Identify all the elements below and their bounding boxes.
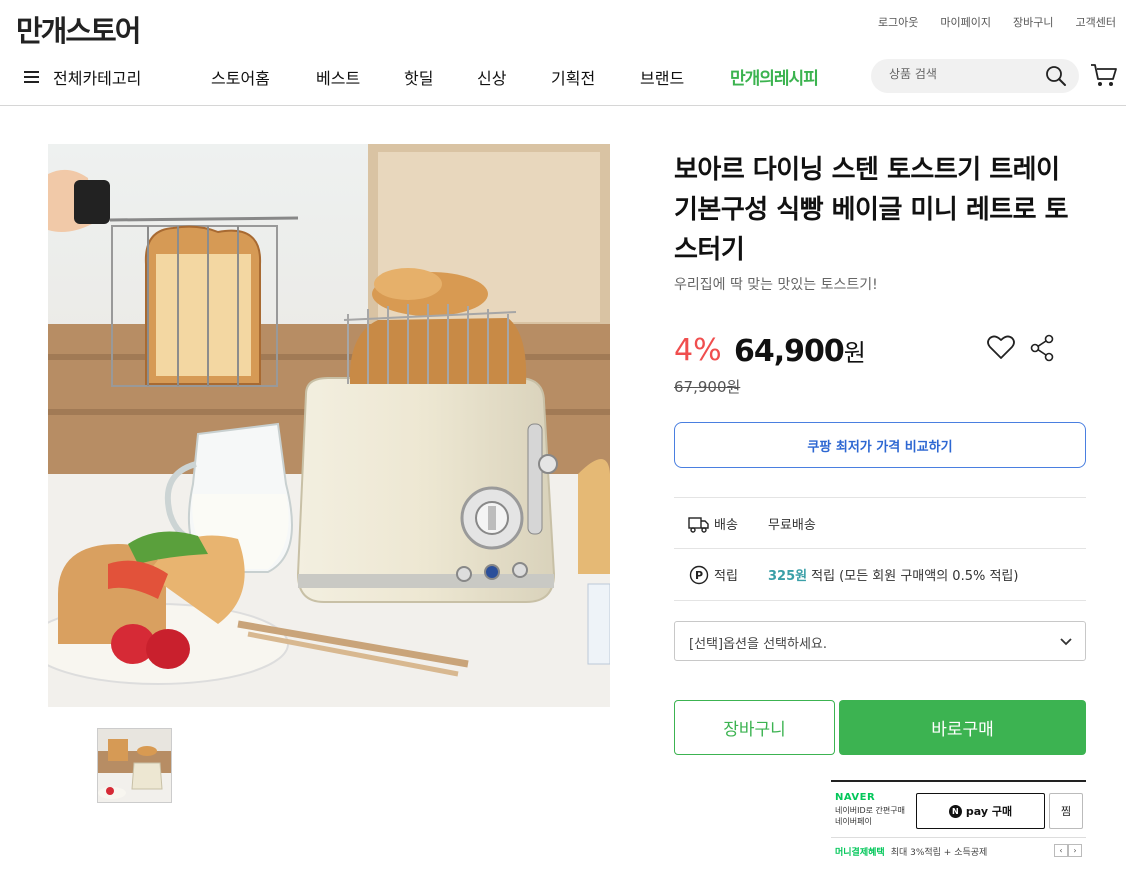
product-title: 보아르 다이닝 스텐 토스트기 트레이 기본구성 식빵 베이글 미니 레트로 토… — [674, 155, 1069, 265]
nav-recipe-logo[interactable]: 만개의레시피 — [730, 64, 819, 89]
naver-pay-promo-title: 머니결제혜택 — [835, 848, 885, 858]
nav-new[interactable]: 신상 — [477, 65, 506, 89]
naver-pay-desc-line2: 네이버페이 — [835, 817, 872, 826]
naver-pay-promo-text: 최대 3%적립 + 소득공제 — [890, 848, 988, 858]
naver-pay-desc-line1: 네이버ID로 간편구매 — [835, 806, 905, 815]
naver-n-icon: N — [948, 804, 962, 818]
naver-pay-description: 네이버ID로 간편구매 네이버페이 — [835, 805, 905, 827]
buy-now-button[interactable]: 바로구매 — [839, 700, 1086, 755]
search-icon[interactable] — [1045, 65, 1067, 87]
toaster-illustration — [48, 144, 610, 707]
cart-link[interactable]: 장바구니 — [1013, 14, 1053, 30]
sale-price-value: 64,900 — [734, 334, 845, 369]
nav-store-home[interactable]: 스토어홈 — [211, 65, 270, 89]
points-amount: 325원 — [768, 569, 808, 584]
option-placeholder: [선택]옵션을 선택하세요. — [689, 637, 828, 652]
global-nav: 전체카테고리 스토어홈 베스트 핫딜 신상 기획전 브랜드 만개의레시피 — [0, 52, 1126, 106]
share-icon[interactable] — [1029, 334, 1055, 362]
naver-logo: NAVER — [835, 792, 876, 803]
all-categories-button[interactable]: 전체카테고리 — [24, 65, 141, 89]
original-price: 67,900원 — [674, 378, 741, 396]
coupang-compare-button[interactable]: 쿠팡 최저가 가격 비교하기 — [674, 422, 1086, 468]
utility-links: 로그아웃 마이페이지 장바구니 고객센터 — [878, 14, 1126, 30]
product-subtitle: 우리집에 딱 맞는 맛있는 토스트기! — [674, 277, 878, 293]
cart-icon[interactable] — [1090, 62, 1118, 88]
hamburger-icon — [24, 71, 39, 83]
all-categories-label: 전체카테고리 — [53, 69, 142, 88]
shipping-value: 무료배송 — [768, 518, 816, 533]
points-row: P 적립 325원 적립 (모든 회원 구매액의 0.5% 적립) — [674, 548, 1086, 600]
naver-pay-buy-button[interactable]: N pay 구매 — [916, 793, 1045, 829]
points-icon: P — [689, 565, 709, 584]
search-box — [871, 59, 1079, 93]
customer-center-link[interactable]: 고객센터 — [1076, 14, 1116, 30]
search-input[interactable] — [889, 67, 1039, 81]
chevron-left-icon[interactable]: ‹ — [1054, 844, 1068, 857]
naver-pay-promo: 머니결제혜택 최대 3%적립 + 소득공제 ‹ › — [831, 837, 1086, 858]
mypage-link[interactable]: 마이페이지 — [940, 14, 991, 30]
chevron-right-icon[interactable]: › — [1068, 844, 1082, 857]
naver-zzim-button[interactable]: 찜 — [1049, 793, 1083, 829]
discount-rate: 4% — [674, 333, 722, 368]
naver-pay-box: NAVER 네이버ID로 간편구매 네이버페이 N pay 구매 찜 머니결제혜… — [831, 780, 1086, 864]
nav-brand[interactable]: 브랜드 — [640, 65, 684, 89]
sale-price: 64,900원 — [734, 333, 866, 369]
promo-pager: ‹ › — [1054, 844, 1082, 857]
heart-icon[interactable] — [987, 334, 1015, 360]
points-description: 적립 (모든 회원 구매액의 0.5% 적립) — [811, 569, 1019, 584]
chevron-down-icon — [1060, 638, 1072, 646]
naver-pay-label: pay 구매 — [965, 805, 1013, 818]
thumbnail-image — [98, 729, 171, 802]
nav-hotdeal[interactable]: 핫딜 — [404, 65, 433, 89]
truck-icon — [688, 516, 709, 533]
option-select[interactable]: [선택]옵션을 선택하세요. — [674, 621, 1086, 661]
shipping-label: 배송 — [714, 518, 738, 533]
price-unit: 원 — [843, 339, 866, 367]
product-main-image[interactable] — [48, 144, 610, 707]
nav-exhibition[interactable]: 기획전 — [551, 65, 595, 89]
nav-best[interactable]: 베스트 — [316, 65, 360, 89]
logout-link[interactable]: 로그아웃 — [878, 14, 918, 30]
shipping-row: 배송 무료배송 — [674, 497, 1086, 549]
store-logo[interactable]: 만개스토어 — [16, 8, 141, 50]
add-to-cart-button[interactable]: 장바구니 — [674, 700, 835, 755]
product-thumbnail[interactable] — [97, 728, 172, 803]
svg-text:P: P — [695, 569, 703, 582]
info-divider — [674, 600, 1086, 601]
points-label: 적립 — [714, 569, 738, 584]
